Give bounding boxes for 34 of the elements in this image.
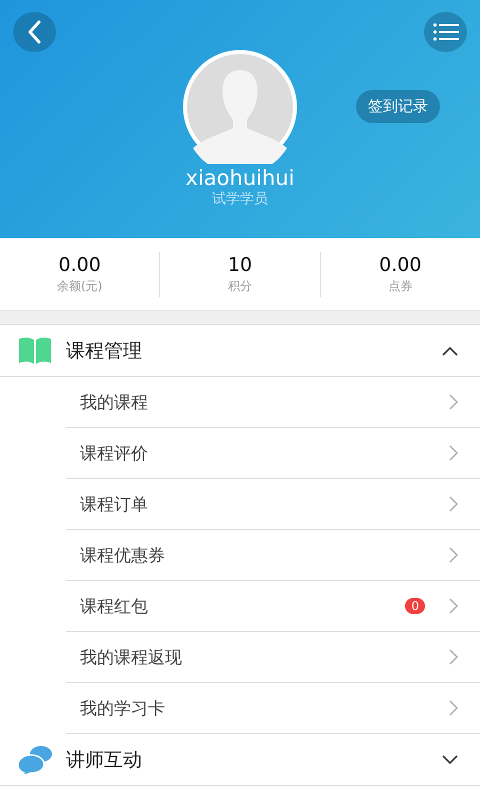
menu-button[interactable] <box>424 12 467 52</box>
stat-value: 0.00 <box>379 254 422 276</box>
menu-item[interactable]: 我的课程 <box>66 377 480 428</box>
menu-item[interactable]: 我的课程返现 <box>66 632 480 683</box>
stat-value: 0.00 <box>58 254 101 276</box>
back-button[interactable] <box>13 12 56 52</box>
avatar-icon <box>181 50 299 164</box>
stat-label: 点券 <box>388 278 412 294</box>
user-role: 试学学员 <box>212 190 268 208</box>
collapse-icon <box>442 346 458 356</box>
chevron-right-icon <box>449 394 458 410</box>
menu-item[interactable]: 课程评价 <box>66 428 480 479</box>
stat-label: 积分 <box>228 278 252 294</box>
chevron-right-icon <box>449 445 458 461</box>
menu-item[interactable]: 课程订单 <box>66 479 480 530</box>
section-header[interactable]: 讲师互动 <box>0 734 480 786</box>
stat-label: 余额(元) <box>56 278 102 294</box>
menu-item[interactable]: 课程优惠券 <box>66 530 480 581</box>
chevron-right-icon <box>449 700 458 716</box>
menu-item[interactable]: 我的学习卡 <box>66 683 480 734</box>
username: xiaohuihui <box>186 166 294 190</box>
chevron-right-icon <box>449 496 458 512</box>
count-badge: 0 <box>405 598 425 614</box>
checkin-record-button[interactable]: 签到记录 <box>356 90 440 123</box>
menu-item[interactable]: 课程红包 0 <box>66 581 480 632</box>
menu-icon <box>432 22 458 42</box>
chevron-right-icon <box>449 547 458 563</box>
chevron-right-icon <box>449 649 458 665</box>
stat-value: 10 <box>228 254 252 276</box>
chevron-right-icon <box>449 598 458 614</box>
section-header[interactable]: 课程管理 <box>0 325 480 377</box>
expand-icon <box>442 754 458 764</box>
chat-bubbles-icon <box>18 744 52 774</box>
book-icon <box>18 336 52 364</box>
